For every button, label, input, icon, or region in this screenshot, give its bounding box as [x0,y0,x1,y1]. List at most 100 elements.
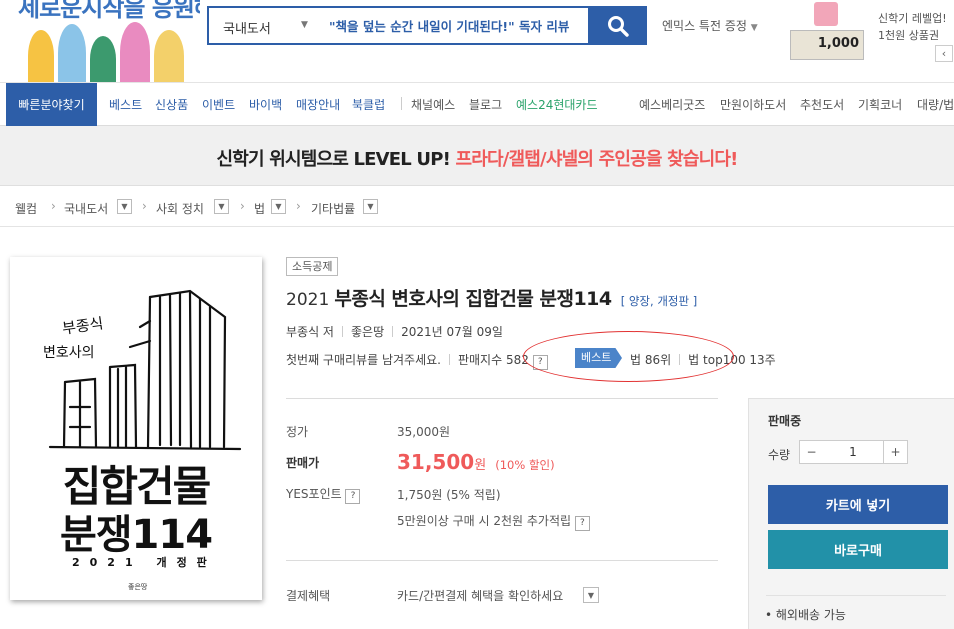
sale-price-label: 판매가 [286,456,320,470]
breadcrumb-separator: › [240,199,245,213]
breadcrumb-social-politics[interactable]: 사회 정치 [156,200,204,217]
buy-panel: 판매중 수량 − + 카트에 넣기 바로구매 • 해외배송 가능 [748,398,954,629]
nav-item-hyundai-card[interactable]: 예스24현대카드 [516,96,598,113]
breadcrumb-law[interactable]: 법 [254,200,265,217]
cover-title-line2: 분쟁114 [59,512,213,558]
sale-price-unit: 원 [474,458,487,473]
promo-hero-illustration[interactable]: 세로운시작을 응원해 [0,0,200,82]
chevron-left-icon[interactable]: ‹ [935,45,953,62]
search-category-select[interactable]: 국내도서 [223,18,271,37]
gift-promo-line1[interactable]: 신학기 레벨업! [878,10,947,26]
nav-item-blog[interactable]: 블로그 [469,96,502,113]
gift-promo-line2[interactable]: 1천원 상품권 [878,27,939,43]
gift-card-promo[interactable]: 1,000 [788,2,868,62]
gift-amount: 1,000 [817,36,859,51]
gift-card-image: 1,000 [790,30,864,60]
chevron-down-icon[interactable]: ▼ [117,199,132,214]
nav-item-channel-yes[interactable]: 채널예스 [411,96,455,113]
chevron-down-icon[interactable]: ▼ [583,587,599,603]
promo-link[interactable]: 엔믹스 특전 증정 ▼ [662,17,758,34]
stock-status: 판매중 [768,414,802,428]
price-divider [286,398,718,399]
caret-down-icon: ▼ [750,23,758,33]
price-divider [286,560,718,561]
breadcrumb-separator: › [51,199,56,213]
book-cover-image[interactable]: 부종식 변호사의 집합건물 분쟁114 2021 개정판 좋은땅 [10,257,262,600]
gift-box-icon [814,2,838,26]
review-prompt-link[interactable]: 첫번째 구매리뷰를 남겨주세요. [286,353,441,367]
quantity-increase-button[interactable]: + [883,440,908,464]
person-illustration [28,30,54,82]
sales-index-label: 판매지수 [457,353,503,367]
meta-divider [448,354,450,365]
meta-divider [341,326,343,337]
breadcrumb-separator: › [142,199,147,213]
title-main: 부종식 변호사의 집합건물 분쟁114 [334,288,612,310]
nav-item-bulk[interactable]: 대량/법 [917,96,954,113]
overseas-shipping-note: • 해외배송 가능 [765,608,846,622]
cover-edition: 2021 개정판 [72,556,217,569]
nav-item-new[interactable]: 신상품 [155,96,188,113]
event-banner[interactable]: 신학기 위시템으로 LEVEL UP! 프라다/갤탭/샤넬의 주인공을 찾습니다… [0,126,954,186]
quantity-decrease-button[interactable]: − [799,440,824,464]
nav-item-event[interactable]: 이벤트 [202,96,235,113]
nav-item-best[interactable]: 베스트 [109,96,142,113]
search-input[interactable] [329,8,587,43]
payment-benefit-label: 결제혜택 [286,589,331,603]
chevron-down-icon[interactable]: ▼ [363,199,378,214]
title-year: 2021 [286,290,330,310]
buy-now-button[interactable]: 바로구매 [768,530,948,569]
breadcrumb-separator: › [296,199,301,213]
dropdown-arrow-icon[interactable]: ▼ [301,20,308,30]
nav-divider [401,97,402,110]
meta-divider [392,326,394,337]
review-and-sales: 첫번째 구매리뷰를 남겨주세요. 판매지수 582 ? [286,351,548,370]
nav-item-buyback[interactable]: 바이백 [249,96,282,113]
list-price-label: 정가 [286,425,309,439]
quantity-input[interactable] [823,440,883,464]
search-icon [607,15,629,37]
chevron-down-icon[interactable]: ▼ [271,199,286,214]
title-binding-edition: [ 양장, 개정판 ] [620,294,698,308]
breadcrumb-domestic-books[interactable]: 국내도서 [64,200,108,217]
help-icon[interactable]: ? [345,489,361,504]
nav-item-stores[interactable]: 매장안내 [296,96,340,113]
nav-item-bookclub[interactable]: 북클럽 [352,96,385,113]
add-to-cart-button[interactable]: 카트에 넣기 [768,485,948,524]
sale-price: 31,500원 (10% 할인) [397,450,555,474]
nav-item-special[interactable]: 기획코너 [858,96,902,113]
panel-divider [766,595,946,596]
author-link[interactable]: 부종식 저 [286,325,334,339]
breadcrumb: 웰컴 › 국내도서 ▼ › 사회 정치 ▼ › 법 ▼ › 기타법률 ▼ [0,187,954,227]
banner-text: 신학기 위시템으로 LEVEL UP! 프라다/갤탭/샤넬의 주인공을 찾습니다… [0,145,954,171]
quick-category-button[interactable]: 빠른분야찾기 [6,83,97,126]
person-illustration [120,22,150,82]
payment-benefit-value[interactable]: 카드/간편결제 혜택을 확인하세요 [397,587,563,604]
search-button[interactable] [588,6,647,45]
breadcrumb-other-law[interactable]: 기타법률 [311,200,355,217]
person-illustration [90,36,116,82]
nav-item-goods[interactable]: 예스베리굿즈 [639,96,705,113]
discount-rate: (10% 할인) [495,458,555,472]
publish-date: 2021년 07월 09일 [401,325,503,339]
product-title: 2021 부종식 변호사의 집합건물 분쟁114 [ 양장, 개정판 ] [286,284,697,311]
person-illustration [154,30,184,82]
search-bar: 국내도서 ▼ [207,6,647,45]
tax-deduction-tag: 소득공제 [286,257,339,276]
highlight-annotation-oval [523,331,734,382]
nav-item-under-10k[interactable]: 만원이하도서 [720,96,786,113]
nav-item-recommend[interactable]: 추천도서 [800,96,844,113]
chevron-down-icon[interactable]: ▼ [214,199,229,214]
promo-link-label: 엔믹스 특전 증정 [662,19,747,33]
publisher-link[interactable]: 좋은땅 [351,325,384,339]
breadcrumb-home[interactable]: 웰컴 [15,200,37,217]
sale-price-value: 31,500 [397,450,475,474]
points-label: YES포인트 ? [286,485,361,504]
cover-author-title: 변호사의 [43,345,95,361]
extra-points-text: 5만원이상 구매 시 2천원 추가적립 [397,514,572,528]
hero-slogan: 세로운시작을 응원해 [18,0,200,22]
help-icon[interactable]: ? [574,516,590,531]
points-value: 1,750원 (5% 적립) [397,488,501,502]
quantity-label: 수량 [768,448,791,462]
banner-text-part2: 프라다/갤탭/샤넬의 주인공을 찾습니다! [455,149,738,170]
